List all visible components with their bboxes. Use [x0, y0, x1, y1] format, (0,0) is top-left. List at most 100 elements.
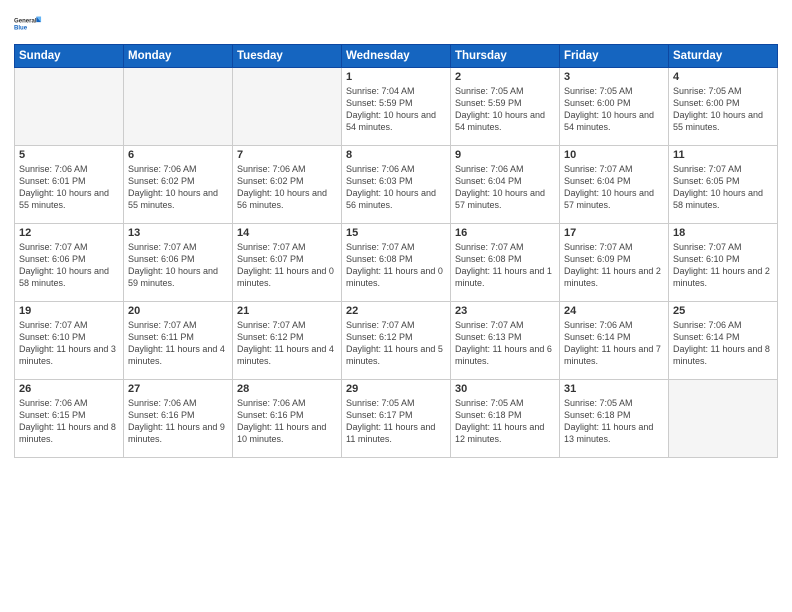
header: GeneralBlue [14, 10, 778, 38]
calendar-cell [124, 68, 233, 146]
day-number: 12 [19, 227, 119, 239]
day-info: Sunrise: 7:06 AM Sunset: 6:16 PM Dayligh… [128, 397, 228, 446]
calendar-cell: 16Sunrise: 7:07 AM Sunset: 6:08 PM Dayli… [451, 224, 560, 302]
logo-icon: GeneralBlue [14, 10, 42, 38]
day-number: 7 [237, 149, 337, 161]
weekday-friday: Friday [560, 45, 669, 68]
day-info: Sunrise: 7:06 AM Sunset: 6:02 PM Dayligh… [128, 163, 228, 212]
calendar-cell: 23Sunrise: 7:07 AM Sunset: 6:13 PM Dayli… [451, 302, 560, 380]
calendar-cell: 13Sunrise: 7:07 AM Sunset: 6:06 PM Dayli… [124, 224, 233, 302]
day-number: 26 [19, 383, 119, 395]
weekday-thursday: Thursday [451, 45, 560, 68]
day-number: 24 [564, 305, 664, 317]
day-info: Sunrise: 7:06 AM Sunset: 6:14 PM Dayligh… [564, 319, 664, 368]
calendar-cell: 25 Sunrise: 7:06 AM Sunset: 6:14 PM Dayli… [669, 302, 778, 380]
logo: GeneralBlue [14, 10, 42, 38]
week-row-0: 1 Sunrise: 7:04 AM Sunset: 5:59 PM Daylig… [15, 68, 778, 146]
day-info: Sunrise: 7:07 AM Sunset: 6:11 PM Dayligh… [128, 319, 228, 368]
day-info: Sunrise: 7:05 AM Sunset: 6:18 PM Dayligh… [455, 397, 555, 446]
day-info: Sunrise: 7:07 AM Sunset: 6:08 PM Dayligh… [346, 241, 446, 290]
page: GeneralBlue SundayMondayTuesdayWednesday… [0, 0, 792, 612]
day-number: 14 [237, 227, 337, 239]
calendar-cell [233, 68, 342, 146]
day-number: 30 [455, 383, 555, 395]
calendar-cell: 22Sunrise: 7:07 AM Sunset: 6:12 PM Dayli… [342, 302, 451, 380]
day-info: Sunrise: 7:06 AM Sunset: 6:02 PM Dayligh… [237, 163, 337, 212]
calendar-cell: 18Sunrise: 7:07 AM Sunset: 6:10 PM Dayli… [669, 224, 778, 302]
calendar-cell: 14 Sunrise: 7:07 AM Sunset: 6:07 PM Dayli… [233, 224, 342, 302]
calendar-cell: 1 Sunrise: 7:04 AM Sunset: 5:59 PM Daylig… [342, 68, 451, 146]
calendar-cell: 8 Sunrise: 7:06 AM Sunset: 6:03 PM Daylig… [342, 146, 451, 224]
calendar-cell: 19Sunrise: 7:07 AM Sunset: 6:10 PM Dayli… [15, 302, 124, 380]
calendar-cell: 7 Sunrise: 7:06 AM Sunset: 6:02 PM Daylig… [233, 146, 342, 224]
weekday-sunday: Sunday [15, 45, 124, 68]
calendar-cell: 21 Sunrise: 7:07 AM Sunset: 6:12 PM Dayli… [233, 302, 342, 380]
calendar-cell: 11 Sunrise: 7:07 AM Sunset: 6:05 PM Dayli… [669, 146, 778, 224]
calendar-cell: 4 Sunrise: 7:05 AM Sunset: 6:00 PM Daylig… [669, 68, 778, 146]
weekday-tuesday: Tuesday [233, 45, 342, 68]
day-info: Sunrise: 7:07 AM Sunset: 6:07 PM Dayligh… [237, 241, 337, 290]
calendar-cell: 27 Sunrise: 7:06 AM Sunset: 6:16 PM Dayli… [124, 380, 233, 458]
day-number: 2 [455, 71, 555, 83]
calendar-cell: 5 Sunrise: 7:06 AM Sunset: 6:01 PM Daylig… [15, 146, 124, 224]
day-info: Sunrise: 7:07 AM Sunset: 6:12 PM Dayligh… [237, 319, 337, 368]
day-info: Sunrise: 7:06 AM Sunset: 6:03 PM Dayligh… [346, 163, 446, 212]
calendar-cell: 6 Sunrise: 7:06 AM Sunset: 6:02 PM Daylig… [124, 146, 233, 224]
day-number: 1 [346, 71, 446, 83]
day-number: 20 [128, 305, 228, 317]
day-number: 25 [673, 305, 773, 317]
day-number: 19 [19, 305, 119, 317]
calendar-cell: 3 Sunrise: 7:05 AM Sunset: 6:00 PM Daylig… [560, 68, 669, 146]
day-number: 17 [564, 227, 664, 239]
day-number: 18 [673, 227, 773, 239]
day-number: 3 [564, 71, 664, 83]
day-number: 8 [346, 149, 446, 161]
day-info: Sunrise: 7:07 AM Sunset: 6:06 PM Dayligh… [19, 241, 119, 290]
day-info: Sunrise: 7:07 AM Sunset: 6:05 PM Dayligh… [673, 163, 773, 212]
day-number: 13 [128, 227, 228, 239]
day-info: Sunrise: 7:06 AM Sunset: 6:01 PM Dayligh… [19, 163, 119, 212]
day-number: 5 [19, 149, 119, 161]
day-info: Sunrise: 7:07 AM Sunset: 6:04 PM Dayligh… [564, 163, 664, 212]
calendar-cell: 30 Sunrise: 7:05 AM Sunset: 6:18 PM Dayli… [451, 380, 560, 458]
day-info: Sunrise: 7:07 AM Sunset: 6:08 PM Dayligh… [455, 241, 555, 290]
day-number: 4 [673, 71, 773, 83]
day-info: Sunrise: 7:06 AM Sunset: 6:14 PM Dayligh… [673, 319, 773, 368]
day-number: 28 [237, 383, 337, 395]
svg-text:Blue: Blue [14, 26, 28, 32]
calendar-cell: 9Sunrise: 7:06 AM Sunset: 6:04 PM Daylig… [451, 146, 560, 224]
day-info: Sunrise: 7:05 AM Sunset: 6:00 PM Dayligh… [564, 85, 664, 134]
calendar-cell: 28 Sunrise: 7:06 AM Sunset: 6:16 PM Dayli… [233, 380, 342, 458]
day-number: 6 [128, 149, 228, 161]
calendar-cell: 17Sunrise: 7:07 AM Sunset: 6:09 PM Dayli… [560, 224, 669, 302]
day-number: 31 [564, 383, 664, 395]
day-number: 21 [237, 305, 337, 317]
weekday-saturday: Saturday [669, 45, 778, 68]
day-number: 11 [673, 149, 773, 161]
weekday-wednesday: Wednesday [342, 45, 451, 68]
day-number: 22 [346, 305, 446, 317]
week-row-2: 12 Sunrise: 7:07 AM Sunset: 6:06 PM Dayli… [15, 224, 778, 302]
calendar-cell: 2Sunrise: 7:05 AM Sunset: 5:59 PM Daylig… [451, 68, 560, 146]
calendar-table: SundayMondayTuesdayWednesdayThursdayFrid… [14, 44, 778, 458]
day-info: Sunrise: 7:06 AM Sunset: 6:04 PM Dayligh… [455, 163, 555, 212]
calendar-cell: 29Sunrise: 7:05 AM Sunset: 6:17 PM Dayli… [342, 380, 451, 458]
day-number: 23 [455, 305, 555, 317]
calendar-cell: 24 Sunrise: 7:06 AM Sunset: 6:14 PM Dayli… [560, 302, 669, 380]
day-info: Sunrise: 7:05 AM Sunset: 6:00 PM Dayligh… [673, 85, 773, 134]
weekday-monday: Monday [124, 45, 233, 68]
week-row-1: 5 Sunrise: 7:06 AM Sunset: 6:01 PM Daylig… [15, 146, 778, 224]
svg-text:General: General [14, 19, 37, 25]
week-row-4: 26Sunrise: 7:06 AM Sunset: 6:15 PM Dayli… [15, 380, 778, 458]
day-info: Sunrise: 7:04 AM Sunset: 5:59 PM Dayligh… [346, 85, 446, 134]
calendar-cell [669, 380, 778, 458]
week-row-3: 19Sunrise: 7:07 AM Sunset: 6:10 PM Dayli… [15, 302, 778, 380]
day-number: 10 [564, 149, 664, 161]
day-number: 27 [128, 383, 228, 395]
day-number: 15 [346, 227, 446, 239]
calendar-cell: 20 Sunrise: 7:07 AM Sunset: 6:11 PM Dayli… [124, 302, 233, 380]
day-info: Sunrise: 7:06 AM Sunset: 6:16 PM Dayligh… [237, 397, 337, 446]
calendar-cell: 15 Sunrise: 7:07 AM Sunset: 6:08 PM Dayli… [342, 224, 451, 302]
day-info: Sunrise: 7:05 AM Sunset: 6:17 PM Dayligh… [346, 397, 446, 446]
calendar-cell [15, 68, 124, 146]
